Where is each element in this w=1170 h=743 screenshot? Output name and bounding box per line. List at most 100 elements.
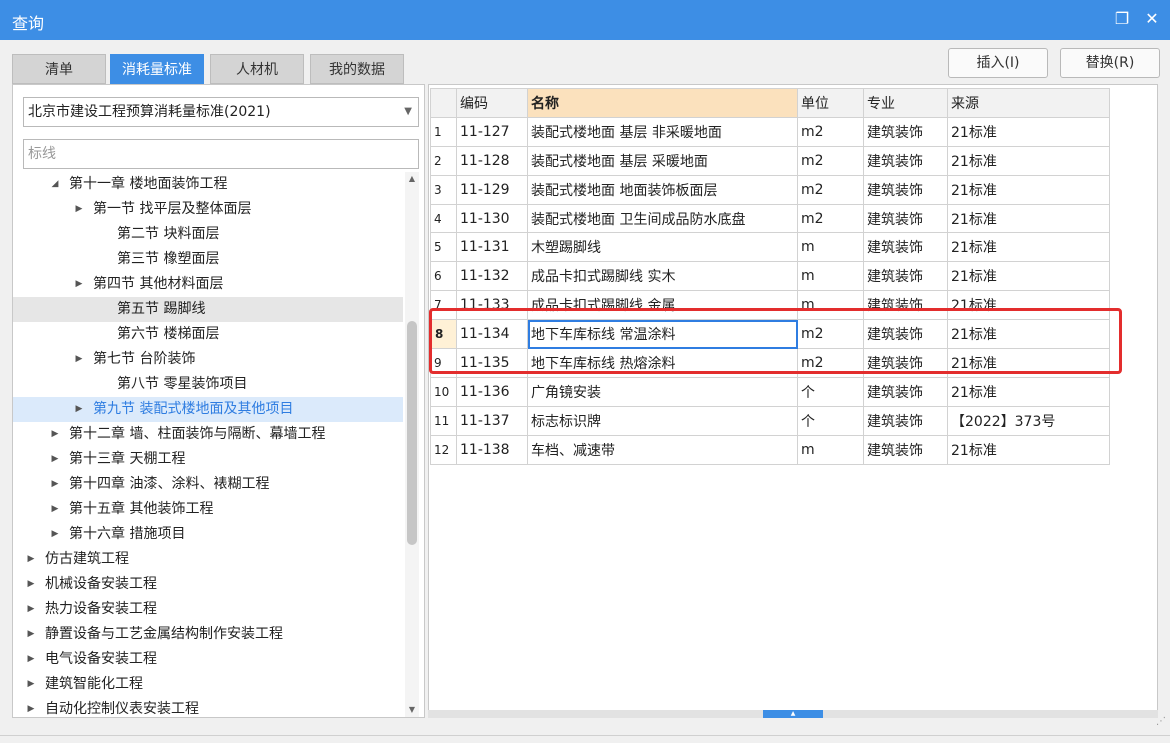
- scroll-up-icon[interactable]: ▲: [405, 172, 419, 186]
- tab-consumption-standard[interactable]: 消耗量标准: [110, 54, 204, 84]
- column-header[interactable]: [430, 88, 457, 118]
- tree-node[interactable]: ▶ 静置设备与工艺金属结构制作安装工程: [13, 622, 403, 647]
- name-cell[interactable]: 装配式楼地面 卫生间成品防水底盘: [527, 203, 798, 234]
- expand-arrow-icon[interactable]: ▶: [25, 547, 37, 572]
- scroll-down-icon[interactable]: ▼: [405, 703, 419, 717]
- tree-node[interactable]: ▶ 热力设备安装工程: [13, 597, 403, 622]
- source-cell[interactable]: 21标准: [947, 376, 1110, 407]
- discipline-cell[interactable]: 建筑装饰: [863, 319, 948, 350]
- name-cell[interactable]: 装配式楼地面 基层 非采暖地面: [527, 116, 798, 147]
- source-cell[interactable]: 21标准: [947, 232, 1110, 263]
- code-cell[interactable]: 11-132: [456, 261, 528, 292]
- table-row[interactable]: 3 11-129 装配式楼地面 地面装饰板面层 m2 建筑装饰 21标准: [430, 174, 1110, 205]
- discipline-cell[interactable]: 建筑装饰: [863, 174, 948, 205]
- tab-labor-material-machine[interactable]: 人材机: [210, 54, 304, 84]
- tree-node[interactable]: ▶ 第十六章 措施项目: [13, 522, 403, 547]
- tree-scrollbar[interactable]: ▲ ▼: [405, 172, 419, 717]
- name-cell[interactable]: 成品卡扣式踢脚线 金属: [527, 290, 798, 321]
- source-cell[interactable]: 21标准: [947, 203, 1110, 234]
- resize-grip-icon[interactable]: ⋰: [1156, 716, 1166, 727]
- row-index[interactable]: 7: [430, 290, 457, 321]
- column-header[interactable]: 编码: [456, 88, 528, 118]
- tree-node[interactable]: ▶ 第十三章 天棚工程: [13, 447, 403, 472]
- unit-cell[interactable]: m2: [797, 174, 864, 205]
- chevron-up-icon[interactable]: ▲: [763, 710, 823, 718]
- discipline-cell[interactable]: 建筑装饰: [863, 376, 948, 407]
- expand-arrow-icon[interactable]: ▶: [25, 697, 37, 717]
- tree-node[interactable]: ▶ 第一节 找平层及整体面层: [13, 197, 403, 222]
- tree-node[interactable]: ▶ 第十四章 油漆、涂料、裱糊工程: [13, 472, 403, 497]
- source-cell[interactable]: 21标准: [947, 145, 1110, 176]
- discipline-cell[interactable]: 建筑装饰: [863, 203, 948, 234]
- tree-node[interactable]: 第三节 橡塑面层: [13, 247, 403, 272]
- code-cell[interactable]: 11-128: [456, 145, 528, 176]
- row-index[interactable]: 12: [430, 434, 457, 465]
- tab-list[interactable]: 清单: [12, 54, 106, 84]
- column-header[interactable]: 专业: [863, 88, 948, 118]
- source-cell[interactable]: 21标准: [947, 290, 1110, 321]
- tree-node[interactable]: 第五节 踢脚线: [13, 297, 403, 322]
- name-cell[interactable]: 地下车库标线 常温涂料: [527, 319, 798, 350]
- table-row[interactable]: 2 11-128 装配式楼地面 基层 采暖地面 m2 建筑装饰 21标准: [430, 145, 1110, 176]
- name-cell[interactable]: 成品卡扣式踢脚线 实木: [527, 261, 798, 292]
- row-index[interactable]: 6: [430, 261, 457, 292]
- unit-cell[interactable]: m2: [797, 203, 864, 234]
- code-cell[interactable]: 11-138: [456, 434, 528, 465]
- table-row[interactable]: 11 11-137 标志标识牌个建筑装饰 【2022】373号: [430, 405, 1110, 436]
- insert-button[interactable]: 插入(I): [948, 48, 1048, 78]
- name-cell[interactable]: 广角镜安装: [527, 376, 798, 407]
- table-row[interactable]: 7 11-133 成品卡扣式踢脚线 金属 m 建筑装饰 21标准: [430, 290, 1110, 321]
- expand-arrow-icon[interactable]: ▶: [49, 447, 61, 472]
- expand-arrow-icon[interactable]: ▶: [73, 347, 85, 372]
- row-index[interactable]: 4: [430, 203, 457, 234]
- tree-node[interactable]: ▶ 电气设备安装工程: [13, 647, 403, 672]
- code-cell[interactable]: 11-134: [456, 319, 528, 350]
- column-header[interactable]: 单位: [797, 88, 864, 118]
- unit-cell[interactable]: m2: [797, 348, 864, 378]
- tree-node[interactable]: ▶ 第九节 装配式楼地面及其他项目: [13, 397, 403, 422]
- restore-icon[interactable]: ❐: [1112, 8, 1132, 30]
- tree-node[interactable]: ▶ 第四节 其他材料面层: [13, 272, 403, 297]
- tree-node[interactable]: ▶ 第七节 台阶装饰: [13, 347, 403, 372]
- expand-arrow-icon[interactable]: ▶: [25, 647, 37, 672]
- tree-node[interactable]: ▶ 建筑智能化工程: [13, 672, 403, 697]
- unit-cell[interactable]: m: [797, 434, 864, 465]
- code-cell[interactable]: 11-127: [456, 116, 528, 147]
- standard-select[interactable]: 北京市建设工程预算消耗量标准(2021) ▼: [23, 97, 419, 127]
- tree-node[interactable]: ▶ 仿古建筑工程: [13, 547, 403, 572]
- source-cell[interactable]: 21标准: [947, 319, 1110, 350]
- column-header[interactable]: 来源: [947, 88, 1110, 118]
- name-cell[interactable]: 木塑踢脚线: [527, 232, 798, 263]
- name-cell[interactable]: 地下车库标线 热熔涂料: [527, 348, 798, 378]
- expand-arrow-icon[interactable]: ▶: [25, 597, 37, 622]
- table-row[interactable]: 8 11-134 地下车库标线 常温涂料 m2 建筑装饰 21标准: [429, 319, 1110, 350]
- code-cell[interactable]: 11-136: [456, 376, 528, 407]
- expand-arrow-icon[interactable]: ▶: [49, 522, 61, 547]
- tree-node[interactable]: ▶ 自动化控制仪表安装工程: [13, 697, 403, 717]
- expand-arrow-icon[interactable]: ▶: [49, 472, 61, 497]
- discipline-cell[interactable]: 建筑装饰: [863, 232, 948, 263]
- table-row[interactable]: 5 11-131 木塑踢脚线 m 建筑装饰 21标准: [430, 232, 1110, 263]
- source-cell[interactable]: 21标准: [947, 174, 1110, 205]
- unit-cell[interactable]: m2: [797, 319, 864, 350]
- name-cell[interactable]: 装配式楼地面 地面装饰板面层: [527, 174, 798, 205]
- tree-node[interactable]: 第二节 块料面层: [13, 222, 403, 247]
- code-cell[interactable]: 11-135: [456, 348, 528, 378]
- expand-arrow-icon[interactable]: ▶: [49, 422, 61, 447]
- expand-arrow-icon[interactable]: ▶: [25, 672, 37, 697]
- unit-cell[interactable]: m2: [797, 116, 864, 147]
- source-cell[interactable]: 21标准: [947, 348, 1110, 378]
- unit-cell[interactable]: m: [797, 290, 864, 321]
- table-row[interactable]: 1 11-127 装配式楼地面 基层 非采暖地面 m2 建筑装饰 21标准: [430, 116, 1110, 147]
- table-row[interactable]: 4 11-130 装配式楼地面 卫生间成品防水底盘 m2 建筑装饰 21标准: [430, 203, 1110, 234]
- expand-arrow-icon[interactable]: ▶: [25, 622, 37, 647]
- tree-node[interactable]: 第六节 楼梯面层: [13, 322, 403, 347]
- code-cell[interactable]: 11-130: [456, 203, 528, 234]
- row-index[interactable]: 8: [429, 319, 457, 350]
- discipline-cell[interactable]: 建筑装饰: [863, 261, 948, 292]
- row-index[interactable]: 2: [430, 145, 457, 176]
- expand-arrow-icon[interactable]: ▶: [49, 497, 61, 522]
- discipline-cell[interactable]: 建筑装饰: [863, 405, 948, 436]
- code-cell[interactable]: 11-129: [456, 174, 528, 205]
- discipline-cell[interactable]: 建筑装饰: [863, 290, 948, 321]
